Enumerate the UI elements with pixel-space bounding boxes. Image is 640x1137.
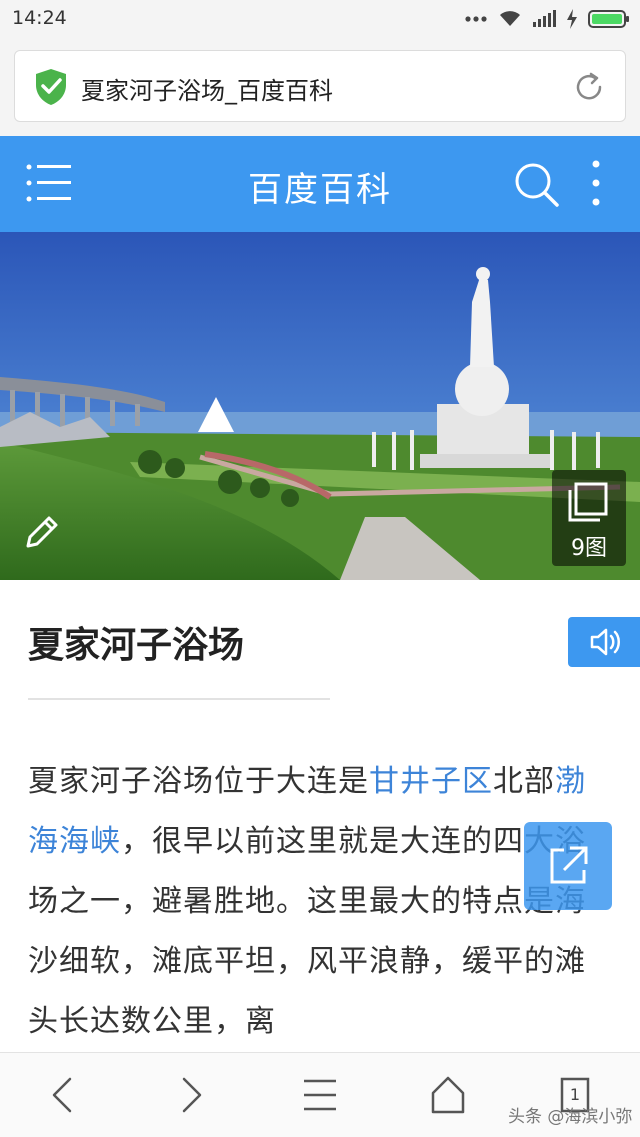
title-divider (28, 698, 330, 700)
entry-title: 夏家河子浴场 (28, 625, 245, 666)
url-field[interactable]: 夏家河子浴场_百度百科 (14, 50, 626, 122)
home-icon[interactable] (430, 1075, 466, 1115)
signal-icon (533, 10, 556, 27)
page-title: 夏家河子浴场_百度百科 (81, 77, 333, 105)
watermark: 头条 @海滨小弥 (508, 1107, 633, 1127)
battery-icon (588, 10, 629, 28)
baike-header: 百度百科 (0, 136, 640, 232)
wifi-icon (500, 11, 520, 26)
speaker-icon (590, 628, 620, 656)
reload-icon[interactable] (571, 69, 607, 105)
browser-address-bar: 夏家河子浴场_百度百科 (0, 40, 640, 136)
gallery-button[interactable]: 9图 (552, 470, 626, 566)
shield-check-icon (36, 69, 66, 105)
link-ganjingzi[interactable]: 甘井子区 (369, 764, 493, 799)
search-icon[interactable] (512, 160, 560, 208)
status-icons (464, 7, 630, 31)
edit-button[interactable] (16, 506, 68, 558)
more-dots-icon (465, 16, 487, 22)
beach-statue-photo (0, 232, 640, 580)
status-time: 14:24 (12, 7, 67, 29)
share-button[interactable] (524, 822, 612, 910)
gallery-count: 9图 (571, 536, 607, 561)
more-vertical-icon[interactable] (586, 158, 606, 208)
forward-icon[interactable] (176, 1075, 208, 1115)
gallery-icon (568, 482, 608, 522)
charging-icon (567, 9, 577, 29)
hero-image[interactable]: 9图 (0, 232, 640, 580)
menu-icon[interactable] (302, 1075, 338, 1115)
back-icon[interactable] (46, 1075, 78, 1115)
share-external-icon (550, 846, 588, 884)
audio-button[interactable] (568, 617, 640, 667)
pencil-icon (26, 516, 58, 548)
article-text-1: 夏家河子浴场位于大连是 (28, 764, 369, 799)
status-bar: 14:24 (0, 0, 640, 40)
article-text-2: 北部 (493, 764, 555, 799)
